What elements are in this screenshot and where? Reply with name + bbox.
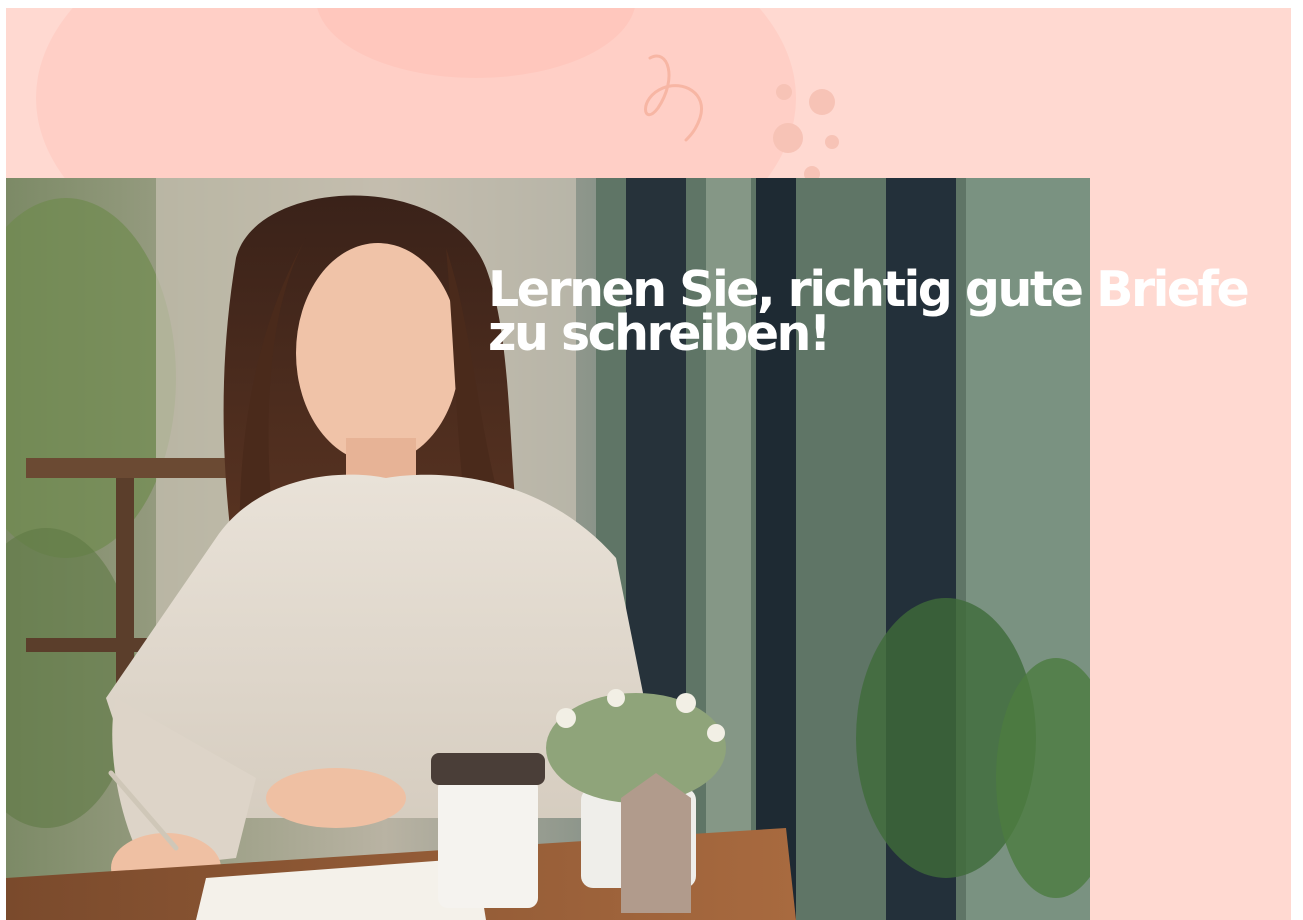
dots-decoration-icon xyxy=(773,84,839,182)
headline-line-2: zu schreiben! xyxy=(488,305,831,362)
flyer-canvas: Lernen Sie, richtig gute Briefe zu schre… xyxy=(6,8,1291,920)
squiggle-decoration-icon xyxy=(644,54,703,142)
headline: Lernen Sie, richtig gute Briefe zu schre… xyxy=(488,265,1278,358)
